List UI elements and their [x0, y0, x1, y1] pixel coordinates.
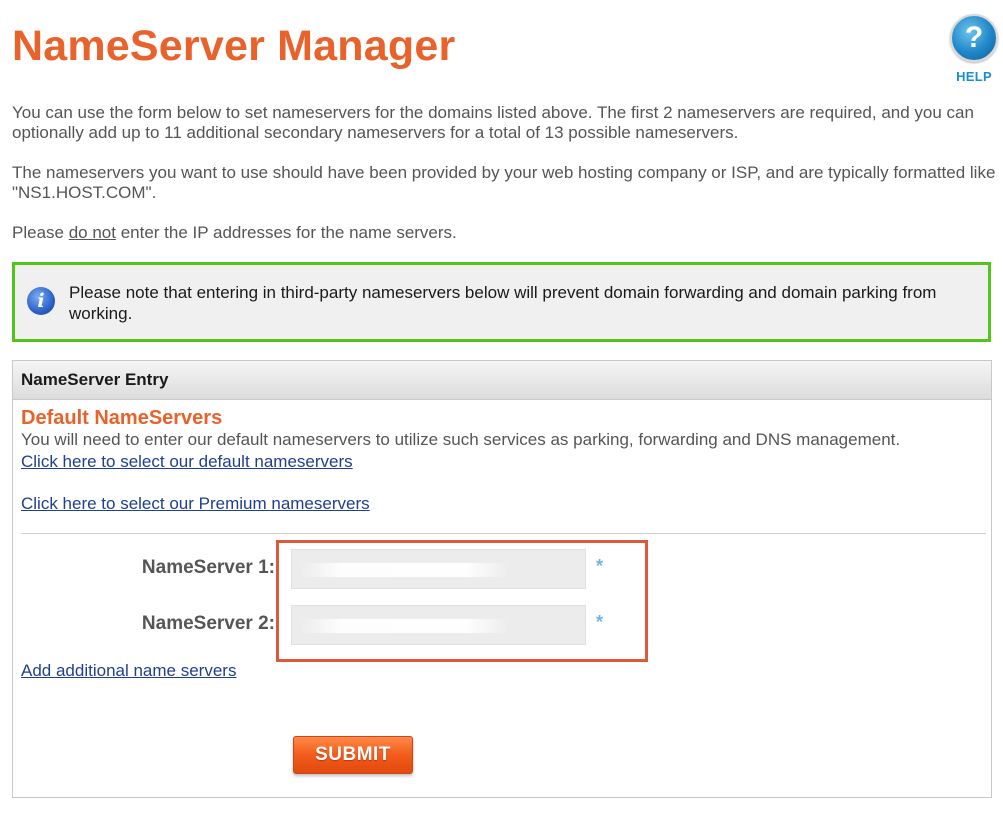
help-label[interactable]: HELP — [948, 69, 1000, 84]
ip-warning: Please do not enter the IP addresses for… — [12, 223, 997, 243]
intro-paragraph: You can use the form below to set namese… — [12, 103, 974, 142]
section-title: Default NameServers — [21, 407, 223, 429]
help-icon[interactable]: ? — [950, 14, 998, 62]
format-paragraph: The nameservers you want to use should h… — [12, 163, 996, 202]
notice-box: i Please note that entering in third-par… — [12, 262, 991, 342]
ip-warning-emphasis: do not — [68, 223, 116, 242]
nameserver-2-label: NameServer 2: — [141, 613, 275, 634]
default-nameservers-link[interactable]: Click here to select our default nameser… — [21, 452, 353, 472]
notice-text: Please note that entering in third-party… — [69, 283, 937, 323]
nameserver-entry-panel: NameServer Entry Default NameServers You… — [12, 360, 992, 798]
submit-button[interactable]: SUBMIT — [293, 736, 413, 774]
section-description: You will need to enter our default names… — [21, 430, 901, 449]
ip-warning-after: enter the IP addresses for the name serv… — [115, 223, 457, 242]
panel-header: NameServer Entry — [13, 361, 991, 400]
divider — [21, 533, 986, 534]
page-title: NameServer Manager — [12, 22, 456, 70]
required-mark: * — [596, 612, 604, 632]
required-mark: * — [596, 556, 604, 576]
nameserver-1-label: NameServer 1: — [141, 557, 275, 578]
nameserver-2-input[interactable] — [291, 605, 586, 645]
nameserver-1-input[interactable] — [291, 549, 586, 589]
add-nameservers-link[interactable]: Add additional name servers — [21, 661, 236, 681]
info-icon: i — [27, 287, 55, 315]
premium-nameservers-link[interactable]: Click here to select our Premium nameser… — [21, 494, 370, 514]
ip-warning-before: Please — [12, 223, 69, 242]
help-button[interactable]: ? HELP — [948, 14, 1000, 84]
